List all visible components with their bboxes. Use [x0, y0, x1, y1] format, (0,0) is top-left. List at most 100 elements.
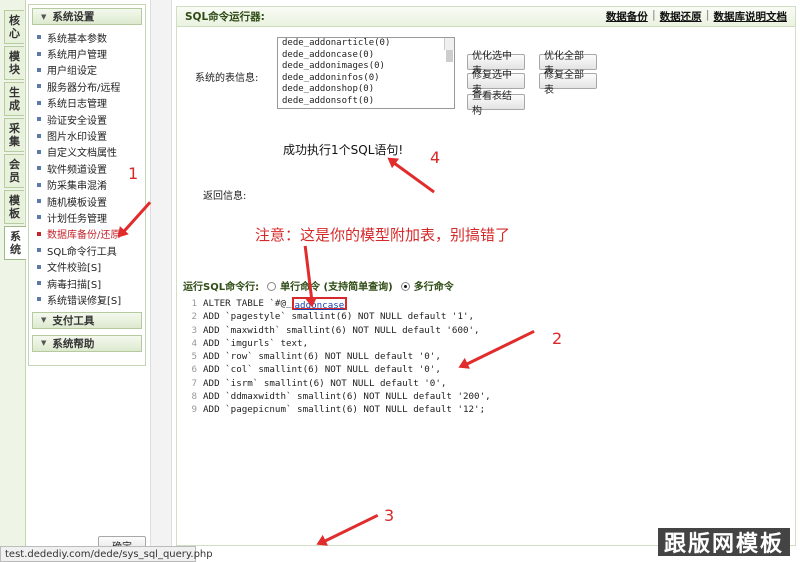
sidebar-item-label: 病毒扫描[S]: [47, 279, 102, 291]
sidebar-header-label: 系统设置: [52, 11, 95, 23]
sidebar-item[interactable]: 系统基本参数: [37, 29, 145, 45]
bullet-icon: [37, 264, 41, 269]
table-option[interactable]: dede_addonimages(0): [278, 61, 454, 73]
vertical-tab-strip: 核心 模块 生成 采集 会员 模板 系统: [0, 0, 26, 562]
sidebar-item[interactable]: 文件校验[S]: [37, 258, 145, 274]
vtab-template[interactable]: 模板: [4, 190, 24, 224]
annotation-number: 2: [552, 329, 563, 348]
line-number: 5: [191, 351, 197, 363]
code-text: ADD `ddmaxwidth` smallint(6) NOT NULL de…: [203, 391, 491, 403]
sidebar-item[interactable]: 服务器分布/远程: [37, 78, 145, 94]
sidebar-section-payment[interactable]: ▼ 支付工具: [32, 311, 142, 329]
code-line: 6 ADD `col` smallint(6) NOT NULL default …: [181, 363, 781, 376]
sidebar-section-label: 支付工具: [52, 314, 95, 327]
bullet-icon: [37, 100, 41, 105]
sidebar-item[interactable]: 系统日志管理: [37, 95, 145, 111]
line-number: 6: [191, 364, 197, 376]
scroll-thumb[interactable]: [446, 50, 453, 62]
list-scrollbar[interactable]: [444, 38, 454, 62]
radio-multi[interactable]: [400, 281, 410, 291]
sidebar-item[interactable]: 系统错误修复[S]: [37, 291, 145, 307]
sidebar-item[interactable]: 自定义文档属性: [37, 144, 145, 160]
bullet-icon: [37, 248, 41, 253]
sidebar-item[interactable]: SQL命令行工具: [37, 242, 145, 258]
status-bar: test.dedediy.com/dede/sys_sql_query.php: [0, 546, 213, 562]
highlighted-table-name: addoncase: [291, 297, 348, 311]
sidebar-item[interactable]: 系统用户管理: [37, 45, 145, 61]
mode-single-label: 单行命令 (支持简单查询): [280, 281, 393, 293]
separator: |: [651, 9, 656, 21]
table-option[interactable]: dede_addonarticle(0): [278, 38, 454, 50]
sidebar: ▼ 系统设置 系统基本参数 系统用户管理 用户组设定 服务器分布/远程 系统日志…: [28, 4, 146, 366]
sidebar-section-help[interactable]: ▼ 系统帮助: [32, 334, 142, 352]
vtab-member[interactable]: 会员: [4, 154, 24, 188]
sidebar-item[interactable]: 用户组设定: [37, 62, 145, 78]
sidebar-item-label: 数据库备份/还原: [47, 230, 121, 242]
vtab-generate[interactable]: 生成: [4, 82, 24, 116]
sidebar-item-label: 自定义文档属性: [47, 148, 117, 160]
sql-mode-bar: 运行SQL命令行: 单行命令 (支持简单查询) 多行命令: [177, 277, 795, 293]
sidebar-item-label: 计划任务管理: [47, 213, 107, 225]
page-title: SQL命令运行器:: [185, 11, 265, 23]
code-line: 1 ALTER TABLE `#@_ addoncase: [181, 297, 781, 311]
table-option[interactable]: dede_addonshop(0): [278, 84, 454, 96]
sidebar-section-label: 系统帮助: [52, 337, 95, 350]
sidebar-splitter[interactable]: [150, 0, 172, 562]
repair-all-button[interactable]: 修复全部表: [539, 70, 597, 96]
code-text: ADD `maxwidth` smallint(6) NOT NULL defa…: [203, 324, 480, 336]
vtab-module[interactable]: 模块: [4, 46, 24, 80]
vtab-system[interactable]: 系统: [4, 226, 26, 260]
mode-multi-option[interactable]: 多行命令: [400, 278, 454, 293]
vtab-collect[interactable]: 采集: [4, 118, 24, 152]
sidebar-item[interactable]: 验证安全设置: [37, 111, 145, 127]
bullet-icon: [37, 231, 41, 236]
chevron-down-icon: ▼: [41, 316, 47, 325]
vtab-core[interactable]: 核心: [4, 10, 24, 44]
bullet-icon: [37, 35, 41, 40]
main-panel: SQL命令运行器: 数据备份 | 数据还原 | 数据库说明文档 系统的表信息: de…: [176, 6, 796, 546]
mode-single-option[interactable]: 单行命令 (支持简单查询): [267, 278, 393, 293]
sidebar-item-label: 软件频道设置: [47, 164, 107, 176]
bullet-icon: [37, 67, 41, 72]
code-text: ADD `imgurls` text,: [203, 337, 309, 349]
bullet-icon: [37, 117, 41, 122]
bullet-icon: [37, 51, 41, 56]
sidebar-item-label: 系统用户管理: [47, 50, 107, 62]
table-select-list[interactable]: dede_addonarticle(0) dede_addoncase(0) d…: [277, 37, 455, 109]
bullet-icon: [37, 84, 41, 89]
table-option[interactable]: dede_addoninfos(0): [278, 73, 454, 85]
bullet-icon: [37, 215, 41, 220]
line-number: 1: [191, 298, 197, 309]
line-number: 8: [191, 391, 197, 403]
sql-editor[interactable]: 1 ALTER TABLE `#@_ addoncase 2 ADD `pagesty…: [181, 297, 781, 427]
sidebar-item-label: 服务器分布/远程: [47, 82, 121, 94]
sidebar-item[interactable]: 图片水印设置: [37, 127, 145, 143]
table-info-label: 系统的表信息:: [195, 73, 259, 84]
bullet-icon: [37, 133, 41, 138]
code-text: ADD `pagestyle` smallint(6) NOT NULL def…: [203, 311, 475, 323]
bullet-icon: [37, 281, 41, 286]
annotation-note: 注意：这是你的模型附加表，别搞错了: [255, 226, 511, 244]
sidebar-item-label: 防采集串混淆: [47, 181, 107, 193]
header-links: 数据备份 | 数据还原 | 数据库说明文档: [606, 9, 787, 24]
bullet-icon: [37, 199, 41, 204]
bullet-icon: [37, 149, 41, 154]
sidebar-item[interactable]: 随机模板设置: [37, 193, 145, 209]
link-data-restore[interactable]: 数据还原: [660, 9, 702, 24]
sidebar-item-label: 随机模板设置: [47, 197, 107, 209]
watermark-logo: 跟版网模板: [657, 528, 790, 557]
radio-single[interactable]: [267, 281, 277, 291]
sidebar-item[interactable]: 病毒扫描[S]: [37, 275, 145, 291]
main-header: SQL命令运行器: 数据备份 | 数据还原 | 数据库说明文档: [177, 7, 795, 27]
sidebar-header[interactable]: ▼ 系统设置: [32, 8, 142, 25]
separator: |: [705, 9, 710, 21]
code-line: 9 ADD `pagepicnum` smallint(6) NOT NULL d…: [181, 403, 781, 416]
view-structure-button[interactable]: 查看表结构: [467, 91, 525, 117]
code-text: ADD `pagepicnum` smallint(6) NOT NULL de…: [203, 404, 486, 416]
table-option[interactable]: dede_addonsoft(0): [278, 96, 454, 108]
table-option[interactable]: dede_addoncase(0): [278, 50, 454, 62]
result-message: 成功执行1个SQL语句!: [283, 143, 404, 157]
link-db-docs[interactable]: 数据库说明文档: [714, 9, 788, 24]
link-data-backup[interactable]: 数据备份: [606, 9, 648, 24]
sidebar-item-label: 系统基本参数: [47, 33, 107, 45]
